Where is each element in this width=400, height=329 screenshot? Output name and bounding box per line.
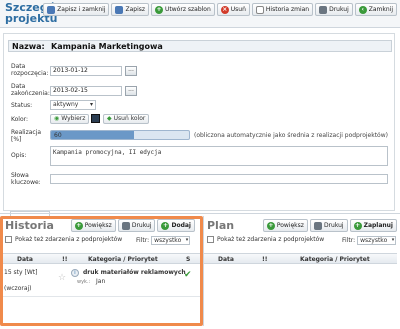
progress-bar-fill <box>51 131 134 139</box>
end-date-label: Data zakończenia: <box>11 83 50 97</box>
history-filter-select[interactable]: wszystko <box>151 236 191 245</box>
start-date-picker-button[interactable]: ... <box>125 66 137 76</box>
save-icon <box>47 5 56 14</box>
start-date-input[interactable]: 2013-01-12 <box>50 66 122 76</box>
star-icon[interactable]: ☆ <box>58 273 66 283</box>
row-date: 15 sty [Wt] <box>4 269 38 276</box>
add-icon: + <box>155 5 164 14</box>
history-print-button[interactable]: Drukuj <box>117 219 156 232</box>
palette-icon: ◉ <box>54 115 60 122</box>
row-title[interactable]: druk materiałów reklamowych <box>83 269 186 276</box>
save-close-button[interactable]: Zapisz i zamknij <box>43 3 110 16</box>
history-panel: Historia + Powiększ Drukuj + Dodaj Pokaż t… <box>0 216 203 326</box>
history-add-button[interactable]: + Dodaj <box>157 219 195 232</box>
row-by: Jan <box>96 278 106 285</box>
remove-color-button[interactable]: ◆ Usuń kolor <box>103 114 150 124</box>
print-icon <box>313 221 322 230</box>
history-filter: Filtr: wszystko <box>136 236 191 245</box>
print-icon <box>121 221 130 230</box>
history-panel-header: Historia + Powiększ Drukuj + Dodaj <box>0 216 203 232</box>
plan-filter: Filtr: wszystko <box>342 236 397 245</box>
project-form: Nazwa: Kampania Marketingowa Data rozpoc… <box>3 33 395 211</box>
plan-show-sub-checkbox[interactable]: Pokaż też zdarzenia z podprojektów <box>207 236 324 243</box>
row-by-label: wyk.: <box>77 279 91 285</box>
history-icon <box>255 5 264 14</box>
checkbox[interactable] <box>207 236 214 243</box>
zoom-icon: + <box>266 221 275 230</box>
plan-panel-header: Plan + Powiększ Drukuj + Zaplanuj <box>204 216 400 232</box>
plan-title: Plan <box>207 219 235 232</box>
description-textarea[interactable]: Kampania promocyjna, II edycja <box>50 146 388 166</box>
add-icon: + <box>353 221 362 230</box>
history-show-sub-checkbox[interactable]: Pokaż też zdarzenia z podprojektów <box>5 236 122 243</box>
name-value[interactable]: Kampania Marketingowa <box>51 42 163 51</box>
progress-label: Realizacja [%] <box>11 129 42 143</box>
description-label: Opis: <box>11 152 27 159</box>
plan-zoom-button[interactable]: + Powiększ <box>262 219 308 232</box>
plan-filter-select[interactable]: wszystko <box>357 236 397 245</box>
plan-print-button[interactable]: Drukuj <box>309 219 348 232</box>
col-category: Kategoria / Priorytet <box>88 256 158 263</box>
start-date-label: Data rozpoczęcia: <box>11 63 49 77</box>
row-date-relative: (wczoraj) <box>4 285 32 292</box>
pick-color-button[interactable]: ◉ Wybierz <box>50 114 90 124</box>
status-label: Status: <box>11 102 33 109</box>
table-row[interactable]: 15 sty [Wt] (wczoraj) ☆ i druk materiałó… <box>3 265 200 297</box>
col-status: S <box>186 256 191 263</box>
end-date-input[interactable]: 2013-02-15 <box>50 86 122 96</box>
plan-panel: Plan + Powiększ Drukuj + Zaplanuj Pokaż te… <box>204 216 400 326</box>
save-icon <box>115 5 124 14</box>
zoom-icon: + <box>74 221 83 230</box>
section-divider <box>0 213 400 214</box>
header: Szczegóły projektu Zapisz i zamknij Zapi… <box>0 0 400 28</box>
name-row: Nazwa: Kampania Marketingowa <box>8 40 392 52</box>
close-icon: ‹ <box>358 5 367 14</box>
name-label: Nazwa: <box>12 42 45 51</box>
close-button[interactable]: ‹ Zamknij <box>354 3 397 16</box>
save-button[interactable]: Zapisz <box>111 3 150 16</box>
checkbox[interactable] <box>5 236 12 243</box>
print-button[interactable]: Drukuj <box>315 3 353 16</box>
toolbar: Zapisz i zamknij Zapisz + Utwórz szablon … <box>43 3 397 16</box>
history-zoom-button[interactable]: + Powiększ <box>70 219 116 232</box>
progress-bar: 60 <box>50 130 190 140</box>
col-priority-icon: !! <box>262 256 268 263</box>
history-title: Historia <box>5 219 54 232</box>
keywords-label: Słowa kluczowe: <box>11 172 41 186</box>
end-date-picker-button[interactable]: ... <box>125 86 137 96</box>
col-date: Data <box>218 256 234 263</box>
plan-table-header: Data !! Kategoria / Priorytet <box>204 253 397 264</box>
print-icon <box>319 5 328 14</box>
plan-schedule-button[interactable]: + Zaplanuj <box>349 219 397 232</box>
add-icon: + <box>161 221 170 230</box>
history-table-header: Data !! Kategoria / Priorytet S <box>3 253 200 264</box>
col-date: Data <box>17 256 33 263</box>
progress-value: 60 <box>54 132 62 139</box>
delete-icon: × <box>220 5 229 14</box>
history-button[interactable]: Historia zmian <box>251 3 314 16</box>
remove-icon: ◆ <box>107 115 112 122</box>
delete-button[interactable]: × Usuń <box>216 3 250 16</box>
check-icon: ✔ <box>184 270 192 280</box>
progress-note: (obliczona automatycznie jako średnia z … <box>194 132 388 139</box>
keywords-input[interactable] <box>50 174 388 184</box>
status-select[interactable]: aktywny <box>50 100 96 110</box>
info-icon: i <box>71 269 79 277</box>
color-swatch <box>91 114 100 123</box>
create-template-button[interactable]: + Utwórz szablon <box>151 3 215 16</box>
color-label: Kolor: <box>11 116 29 123</box>
col-category: Kategoria / Priorytet <box>300 256 370 263</box>
col-priority-icon: !! <box>62 256 68 263</box>
